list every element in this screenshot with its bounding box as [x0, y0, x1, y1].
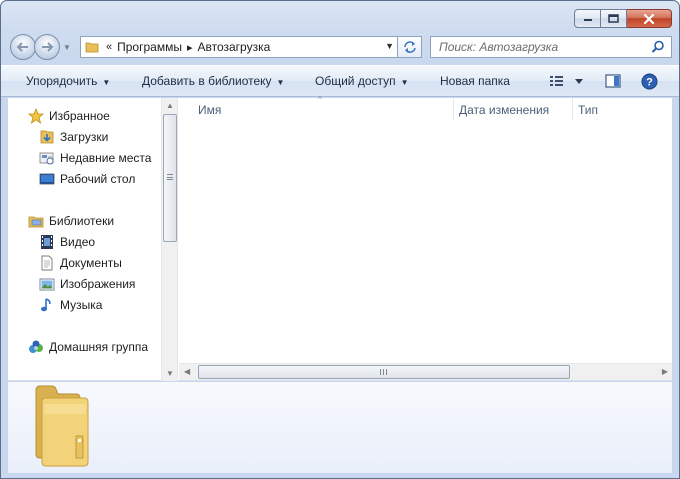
chevron-down-icon: ▼ [102, 78, 111, 87]
nav-item-label: Рабочий стол [60, 172, 136, 186]
sort-ascending-icon: ^ [318, 95, 322, 104]
organize-label: Упорядочить [26, 74, 98, 88]
breadcrumb-item[interactable]: Автозагрузка [197, 40, 270, 54]
forward-button[interactable] [34, 34, 60, 60]
grip-icon [167, 174, 173, 180]
pictures-icon [38, 276, 55, 292]
scroll-left-icon[interactable]: ◀ [184, 367, 190, 376]
column-type[interactable]: Тип [578, 103, 598, 117]
nav-item-documents[interactable]: Документы [38, 255, 122, 271]
view-options-button[interactable] [549, 73, 585, 92]
chevron-down-icon: ▼ [63, 42, 71, 52]
nav-item-desktop[interactable]: Рабочий стол [38, 171, 135, 187]
svg-text:?: ? [646, 77, 653, 89]
nav-item-recent-places[interactable]: Недавние места [38, 150, 151, 166]
nav-item-label: Видео [60, 235, 96, 249]
libraries-icon [27, 213, 44, 229]
new-folder-button[interactable]: Новая папка [440, 74, 510, 88]
grip-icon [380, 369, 387, 375]
downloads-folder-icon [38, 129, 55, 145]
scroll-down-icon[interactable]: ▼ [166, 369, 174, 378]
close-button[interactable] [627, 9, 672, 28]
refresh-button[interactable] [398, 36, 422, 58]
command-bar: Упорядочить ▼ Добавить в библиотеку ▼ Общи… [1, 65, 679, 97]
back-button[interactable] [10, 34, 36, 60]
folder-icon [83, 36, 101, 58]
breadcrumb-overflow[interactable]: « [106, 41, 112, 53]
nav-item-label: Загрузки [60, 130, 109, 144]
preview-pane-button[interactable] [605, 73, 621, 92]
search-box[interactable] [430, 36, 672, 58]
scroll-thumb[interactable] [163, 114, 177, 242]
nav-item-label: Недавние места [60, 151, 152, 165]
refresh-icon [403, 41, 416, 53]
explorer-window: ▼ « Программы ▸ Автозагрузка ▼ Упорядочи… [0, 0, 680, 479]
column-divider[interactable] [572, 98, 573, 120]
organize-button[interactable]: Упорядочить ▼ [26, 74, 110, 88]
share-button[interactable]: Общий доступ ▼ [315, 74, 409, 88]
scroll-thumb[interactable] [198, 365, 570, 379]
recent-pages-dropdown[interactable]: ▼ [61, 43, 73, 52]
nav-favorites-label: Избранное [49, 109, 110, 123]
recent-places-icon [38, 150, 55, 166]
new-folder-label: Новая папка [440, 74, 510, 88]
nav-favorites[interactable]: Избранное [27, 108, 110, 124]
homegroup-icon [27, 339, 44, 355]
star-icon [27, 108, 44, 124]
details-pane [8, 382, 672, 473]
nav-homegroup[interactable]: Домашняя группа [27, 339, 148, 355]
documents-icon [38, 255, 55, 271]
minimize-button[interactable] [574, 9, 601, 28]
navigation-pane-scrollbar[interactable]: ▲ ▼ [161, 98, 178, 381]
column-header: ^ Имя Дата изменения Тип [179, 95, 672, 120]
chevron-down-icon: ▼ [276, 78, 285, 87]
nav-homegroup-label: Домашняя группа [49, 340, 149, 354]
nav-item-music[interactable]: Музыка [38, 297, 102, 313]
video-icon [38, 234, 55, 250]
help-button[interactable]: ? [641, 73, 658, 93]
folder-icon [32, 384, 92, 471]
music-icon [38, 297, 55, 313]
address-dropdown-icon[interactable]: ▼ [385, 41, 394, 51]
search-input[interactable] [439, 40, 639, 54]
file-list-pane[interactable]: ^ Имя Дата изменения Тип ◀ ▶ [179, 95, 672, 381]
nav-item-pictures[interactable]: Изображения [38, 276, 135, 292]
nav-item-label: Изображения [60, 277, 136, 291]
nav-item-video[interactable]: Видео [38, 234, 95, 250]
help-icon: ? [641, 73, 658, 90]
caption-buttons [574, 9, 672, 28]
view-list-icon [550, 76, 583, 86]
maximize-button[interactable] [601, 9, 627, 28]
maximize-icon [608, 14, 619, 23]
share-label: Общий доступ [315, 74, 396, 88]
file-list-horizontal-scrollbar[interactable]: ◀ ▶ [179, 363, 672, 380]
address-bar[interactable]: « Программы ▸ Автозагрузка ▼ [80, 36, 398, 58]
breadcrumb-separator[interactable]: ▸ [187, 41, 193, 54]
nav-libraries-label: Библиотеки [49, 214, 115, 228]
column-divider[interactable] [453, 98, 454, 120]
forward-arrow-icon [42, 42, 54, 52]
desktop-icon [38, 171, 55, 187]
minimize-icon [583, 18, 592, 21]
scroll-right-icon[interactable]: ▶ [662, 367, 668, 376]
preview-pane-icon [605, 74, 621, 88]
back-arrow-icon [16, 42, 28, 52]
nav-libraries[interactable]: Библиотеки [27, 213, 114, 229]
nav-item-label: Музыка [60, 298, 103, 312]
navigation-pane: Избранное Загрузки Недавние места Рабочи… [8, 98, 161, 381]
column-name[interactable]: Имя [198, 103, 221, 117]
nav-item-downloads[interactable]: Загрузки [38, 129, 108, 145]
chevron-down-icon: ▼ [400, 78, 409, 87]
navigation-buttons: ▼ [10, 34, 73, 60]
add-to-library-label: Добавить в библиотеку [142, 74, 272, 88]
close-icon [643, 13, 655, 24]
column-date-modified[interactable]: Дата изменения [459, 103, 549, 117]
add-to-library-button[interactable]: Добавить в библиотеку ▼ [142, 74, 284, 88]
content-area: Избранное Загрузки Недавние места Рабочи… [8, 95, 672, 381]
search-icon[interactable] [651, 40, 665, 57]
breadcrumb-item[interactable]: Программы [117, 40, 182, 54]
scroll-up-icon[interactable]: ▲ [166, 101, 174, 110]
nav-item-label: Документы [60, 256, 122, 270]
